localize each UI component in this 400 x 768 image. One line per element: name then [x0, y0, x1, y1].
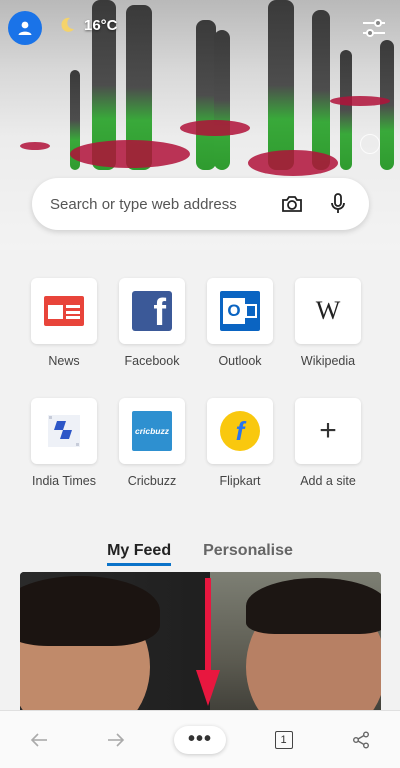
india-times-icon: [48, 415, 80, 447]
quick-link-wikipedia[interactable]: W Wikipedia: [284, 278, 372, 368]
forward-arrow-icon: [108, 732, 125, 747]
moon-icon: [61, 17, 74, 32]
quick-link-india-times[interactable]: India Times: [20, 398, 108, 488]
back-arrow-icon: [30, 732, 47, 747]
bottom-navigation: ••• 1: [0, 710, 400, 768]
temperature: 16°C: [84, 16, 118, 34]
person-icon: [18, 21, 32, 35]
search-bar[interactable]: Search or type web address: [32, 178, 369, 230]
quick-link-add-site[interactable]: + Add a site: [284, 398, 372, 488]
back-button[interactable]: [19, 720, 59, 760]
sliders-icon: [363, 19, 385, 37]
quick-link-news[interactable]: News: [20, 278, 108, 368]
quick-links-grid: News f Facebook O Outlook W Wikipedia In…: [20, 278, 380, 488]
tab-my-feed[interactable]: My Feed: [107, 542, 172, 566]
feed-tabs: My Feed Personalise: [0, 542, 400, 566]
forward-button[interactable]: [96, 720, 136, 760]
news-icon: [44, 296, 84, 326]
microphone-icon[interactable]: [325, 191, 351, 217]
outlook-icon: O: [220, 291, 260, 331]
profile-avatar[interactable]: [8, 11, 42, 45]
share-icon: [353, 731, 370, 748]
share-button[interactable]: [341, 720, 381, 760]
tab-personalise[interactable]: Personalise: [203, 542, 293, 566]
more-menu-button[interactable]: •••: [173, 725, 226, 754]
weather-widget[interactable]: 16°C: [58, 16, 118, 34]
annotation-arrow: [196, 578, 220, 706]
search-input[interactable]: Search or type web address: [50, 196, 259, 213]
quick-link-cricbuzz[interactable]: cricbuzz Cricbuzz: [108, 398, 196, 488]
flipkart-icon: f: [220, 411, 260, 451]
quick-link-outlook[interactable]: O Outlook: [196, 278, 284, 368]
wikipedia-icon: W: [315, 296, 341, 325]
quick-link-facebook[interactable]: f Facebook: [108, 278, 196, 368]
plus-icon: +: [319, 414, 337, 447]
facebook-icon: f: [132, 291, 172, 334]
cricbuzz-icon: cricbuzz: [132, 411, 172, 451]
quick-link-flipkart[interactable]: f Flipkart: [196, 398, 284, 488]
image-info-icon[interactable]: [360, 134, 380, 154]
camera-icon[interactable]: [279, 191, 305, 217]
tab-count: 1: [274, 730, 293, 749]
tabs-button[interactable]: 1: [264, 720, 304, 760]
page-settings-button[interactable]: [360, 14, 388, 42]
top-bar: 16°C: [0, 0, 400, 58]
